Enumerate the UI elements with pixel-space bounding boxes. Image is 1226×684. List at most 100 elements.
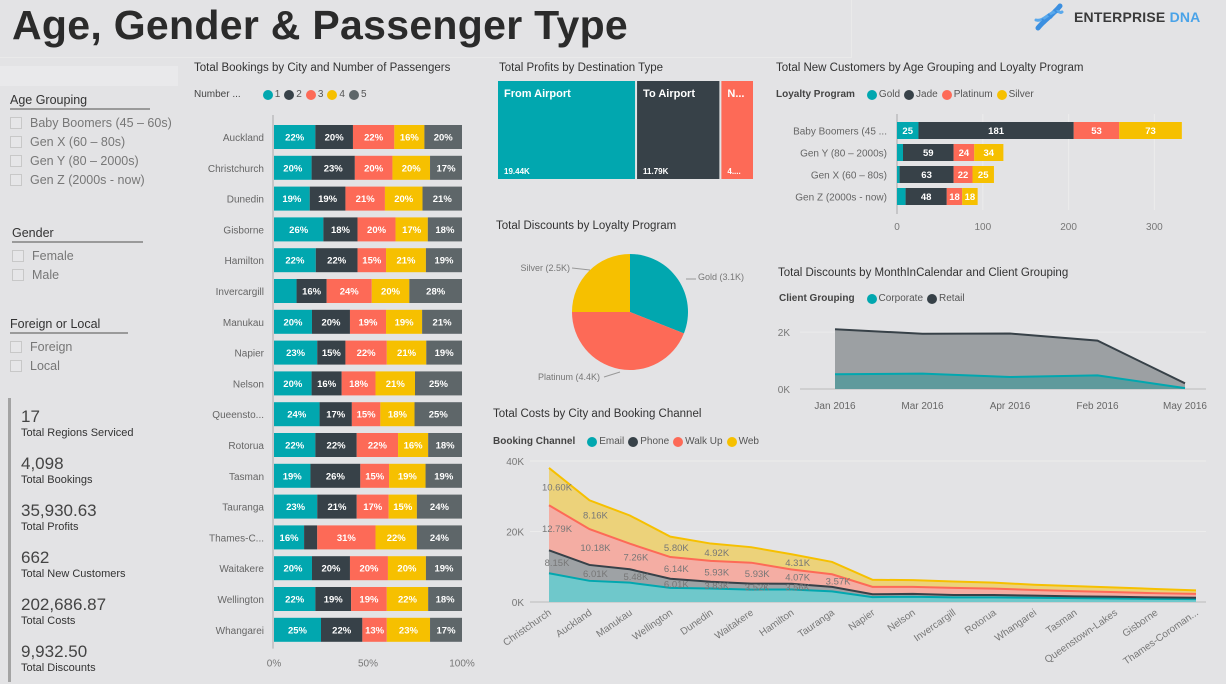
data-label: 25 [902,126,913,137]
bar-segment[interactable] [274,279,297,303]
data-label: 24 [959,148,970,159]
slice-label: Silver (2.5K) [520,263,570,273]
data-label: 20% [359,564,379,575]
slicer-title: Age Grouping [10,93,150,110]
data-label: 17% [437,163,457,174]
leader-line [603,371,621,378]
x-tick-label: Auckland [554,607,594,640]
category-label: Whangarei [216,626,264,637]
legend-item[interactable]: Phone [628,436,669,447]
checkbox[interactable] [10,116,22,129]
legend-item[interactable]: 1 [262,89,280,100]
slicer-item[interactable]: Foreign [10,337,180,356]
new-customers-chart[interactable]: 0 100 200 300 Baby Boomers (45 ... 25 181 53 73 G… [770,110,1226,235]
slicer-header-bar [0,66,178,86]
category-label: Rotorua [228,441,264,452]
legend-item[interactable]: Jade [904,89,938,100]
data-label: 20% [367,225,387,236]
data-label: 18% [436,441,456,452]
legend-item[interactable]: 3 [305,89,323,100]
x-tick-label: 50% [358,659,378,670]
data-label: 13% [365,625,385,636]
data-label: 181 [988,126,1005,137]
legend-item[interactable]: Retail [927,293,965,304]
slicer-item[interactable]: Baby Boomers (45 – 60s) [10,113,180,132]
bar-segment[interactable] [897,144,904,161]
x-tick-label: Waitakere [713,607,756,642]
bar-segment[interactable] [897,188,906,205]
data-label: 63 [921,170,932,181]
slicer-item[interactable]: Male [12,265,182,284]
data-label: 17% [326,410,346,421]
data-label: 23% [324,163,344,174]
checkbox[interactable] [12,268,24,281]
costs-legend: Booking Channel Email Phone Walk Up Web [493,436,759,447]
x-tick-label: Thames-Coroman... [1122,607,1201,667]
category-label: Hamilton [225,256,264,267]
loyalty-pie-chart[interactable]: Gold (3.1K) Platinum (4.4K) Silver (2.5K) [500,240,770,390]
data-label: 31% [337,533,357,544]
data-label: 24% [430,533,450,544]
slice-label: Gold (3.1K) [698,272,744,282]
legend-item[interactable]: 4 [327,89,345,100]
legend-item[interactable]: Web [726,436,759,447]
x-tick-label: Whangarei [993,607,1039,644]
x-tick-label: Tasman [1044,607,1079,636]
data-label: 18% [331,225,351,236]
new-customers-legend: Loyalty Program Gold Jade Platinum Silve… [776,89,1034,100]
profits-treemap[interactable]: From Airport 19.44K To Airport 11.79K N... 4.… [497,80,757,182]
legend-item[interactable]: Gold [866,89,900,100]
data-label: 34 [984,148,995,159]
data-label: 18% [435,225,455,236]
data-label: 10.18K [580,543,611,554]
pie-slice-silver[interactable] [572,254,630,312]
data-label: 5.48K [623,572,648,583]
checkbox[interactable] [10,154,22,167]
checkbox[interactable] [12,249,24,262]
bookings-chart[interactable]: Auckland 22% 20% 22% 16% 20% Christchurch 20% 23… [190,115,480,675]
slicer-item[interactable]: Female [12,246,182,265]
legend-item[interactable]: Silver [996,89,1034,100]
legend-item[interactable]: Platinum [941,89,993,100]
legend-item[interactable]: Walk Up [673,436,723,447]
slicer-item[interactable]: Gen Y (80 – 2000s) [10,151,180,170]
data-label: 15% [357,410,377,421]
data-label: 17% [402,225,422,236]
legend-item[interactable]: Email [587,436,624,447]
x-tick-label: 100 [974,222,991,233]
checkbox[interactable] [10,135,22,148]
x-tick-label: Jan 2016 [814,401,856,412]
category-label: Manukau [223,318,264,329]
card-total-regions: 17 Total Regions Serviced [21,407,134,439]
bar-segment[interactable] [897,166,900,183]
category-label: Wellington [217,595,264,606]
category-label: Gen Y (80 – 2000s) [800,149,887,160]
checkbox[interactable] [10,173,22,186]
data-label: 21% [327,502,347,513]
checkbox[interactable] [10,340,22,353]
slicer-item[interactable]: Local [10,356,180,375]
data-label: 15% [365,471,385,482]
data-label: 8.15K [545,558,570,569]
data-label: 7.26K [623,552,648,563]
category-label: Waitakere [219,564,264,575]
data-label: 15% [362,256,382,267]
legend-item[interactable]: Corporate [866,293,923,304]
data-label: 20% [283,564,303,575]
costs-area-chart[interactable]: 0K 20K 40K 10.60K 8.16K 5.80K 4.92K 4.31K 12.79K… [490,450,1226,684]
slicer-item[interactable]: Gen Z (2000s - now) [10,170,180,189]
bar-segment[interactable] [304,525,318,550]
data-label: 21% [356,194,376,205]
tile-label: N... [727,88,744,100]
legend-dot [262,89,273,100]
data-label: 22% [387,533,407,544]
checkbox[interactable] [10,359,22,372]
data-label: 18 [965,192,976,203]
legend-dot [673,436,684,447]
data-label: 22% [332,625,352,636]
slicer-item[interactable]: Gen X (60 – 80s) [10,132,180,151]
monthly-discounts-chart[interactable]: 2K 0K Jan 2016 Mar 2016 Apr 2016 Feb 2016 May … [770,315,1226,415]
legend-item[interactable]: 2 [284,89,302,100]
legend-item[interactable]: 5 [348,89,367,100]
data-label: 16% [400,133,420,144]
